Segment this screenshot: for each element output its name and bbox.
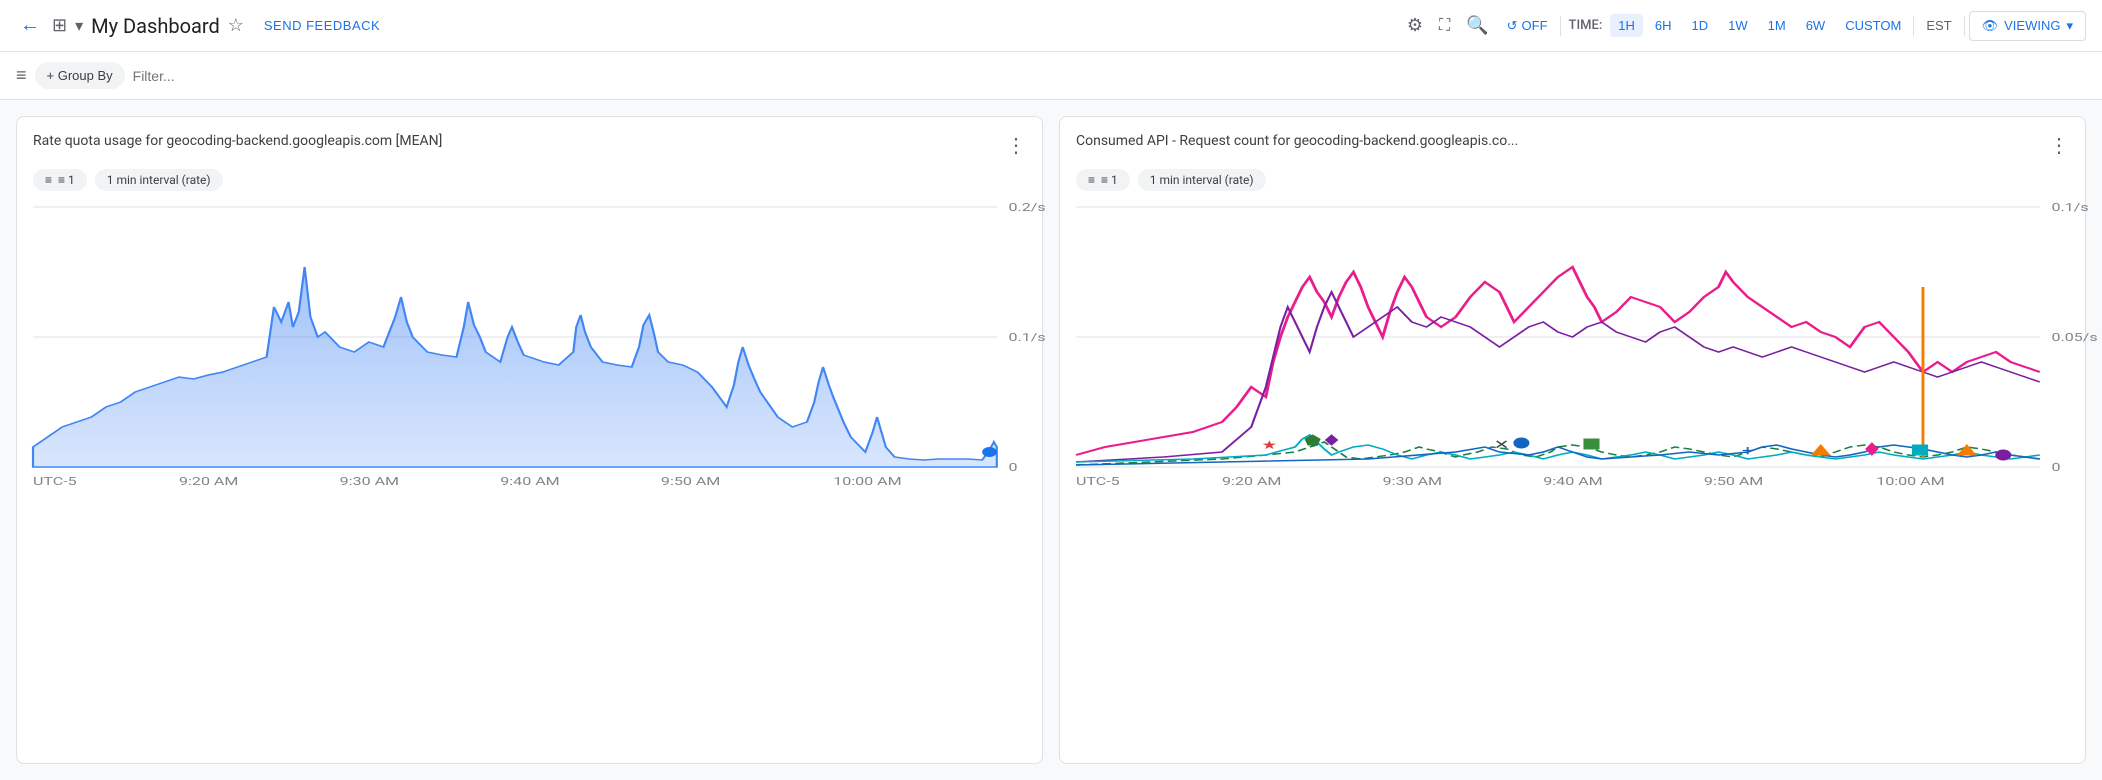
group-by-label: + Group By bbox=[47, 68, 113, 83]
svg-text:9:20 AM: 9:20 AM bbox=[179, 475, 238, 488]
svg-text:✕: ✕ bbox=[1494, 437, 1510, 452]
top-bar-left: ← ⊞ ▾ My Dashboard ☆ SEND FEEDBACK bbox=[16, 10, 1393, 41]
settings-icon: ⚙ bbox=[1407, 15, 1423, 36]
interval-label-2: 1 min interval (rate) bbox=[1150, 173, 1254, 187]
svg-text:0.05/s: 0.05/s bbox=[2051, 331, 2097, 344]
chart-badges-2: ≡ ≡ 1 1 min interval (rate) bbox=[1076, 169, 2069, 191]
settings-button[interactable]: ⚙ bbox=[1401, 9, 1429, 42]
svg-text:9:40 AM: 9:40 AM bbox=[1543, 475, 1602, 488]
chart-area-1: 0.2/s 0.1/s 0 UTC-5 9:20 AM 9:30 AM bbox=[33, 207, 1026, 487]
group-by-button[interactable]: + Group By bbox=[35, 62, 125, 89]
refresh-icon: ↺ bbox=[1507, 18, 1518, 34]
page-title: My Dashboard bbox=[91, 14, 220, 38]
svg-text:9:30 AM: 9:30 AM bbox=[340, 475, 399, 488]
time-label: TIME: bbox=[1565, 18, 1607, 33]
chart-card-2: Consumed API - Request count for geocodi… bbox=[1059, 116, 2086, 764]
time-1h-button[interactable]: 1H bbox=[1610, 14, 1643, 37]
top-nav-bar: ← ⊞ ▾ My Dashboard ☆ SEND FEEDBACK ⚙ ⛶ 🔍… bbox=[0, 0, 2102, 52]
time-custom-button[interactable]: CUSTOM bbox=[1837, 14, 1909, 37]
search-button[interactable]: 🔍 bbox=[1460, 9, 1494, 42]
search-icon: 🔍 bbox=[1466, 15, 1488, 36]
time-1w-button[interactable]: 1W bbox=[1720, 14, 1756, 37]
chart-title-1: Rate quota usage for geocoding-backend.g… bbox=[33, 133, 1006, 149]
svg-text:9:20 AM: 9:20 AM bbox=[1222, 475, 1281, 488]
more-menu-icon-2[interactable]: ⋮ bbox=[2049, 133, 2069, 157]
filter-icon-2: ≡ bbox=[1088, 173, 1095, 187]
viewing-label: VIEWING bbox=[2004, 18, 2060, 33]
chart-title-2: Consumed API - Request count for geocodi… bbox=[1076, 133, 2049, 149]
send-feedback-button[interactable]: SEND FEEDBACK bbox=[252, 12, 392, 39]
divider bbox=[1560, 16, 1561, 36]
svg-text:+: + bbox=[1742, 443, 1754, 459]
svg-text:10:00 AM: 10:00 AM bbox=[1876, 475, 1944, 488]
main-content: Rate quota usage for geocoding-backend.g… bbox=[0, 100, 2102, 780]
divider2 bbox=[1913, 16, 1914, 36]
svg-text:9:30 AM: 9:30 AM bbox=[1383, 475, 1442, 488]
time-6w-button[interactable]: 6W bbox=[1798, 14, 1834, 37]
filter-badge-2[interactable]: ≡ ≡ 1 bbox=[1076, 169, 1130, 191]
chart-svg-2: 0.1/s 0.05/s 0 ★ bbox=[1076, 207, 2069, 467]
more-menu-icon-1[interactable]: ⋮ bbox=[1006, 133, 1026, 157]
chart-header-1: Rate quota usage for geocoding-backend.g… bbox=[33, 133, 1026, 157]
svg-text:UTC-5: UTC-5 bbox=[33, 475, 77, 488]
fullscreen-icon: ⛶ bbox=[1439, 17, 1450, 35]
svg-text:0.2/s: 0.2/s bbox=[1008, 201, 1045, 214]
filter-input[interactable] bbox=[133, 68, 2086, 84]
time-1m-button[interactable]: 1M bbox=[1760, 14, 1794, 37]
interval-label-1: 1 min interval (rate) bbox=[107, 173, 211, 187]
back-button[interactable]: ← bbox=[16, 10, 44, 41]
dropdown-icon: ▾ bbox=[2066, 18, 2073, 34]
filter-badge-1[interactable]: ≡ ≡ 1 bbox=[33, 169, 87, 191]
back-icon: ← bbox=[20, 14, 40, 37]
svg-text:9:40 AM: 9:40 AM bbox=[500, 475, 559, 488]
chart-area-2: 0.1/s 0.05/s 0 ★ bbox=[1076, 207, 2069, 487]
svg-text:9:50 AM: 9:50 AM bbox=[661, 475, 720, 488]
chart-card-1: Rate quota usage for geocoding-backend.g… bbox=[16, 116, 1043, 764]
interval-badge-1[interactable]: 1 min interval (rate) bbox=[95, 169, 223, 191]
fullscreen-button[interactable]: ⛶ bbox=[1433, 11, 1456, 41]
chart-svg-1: 0.2/s 0.1/s 0 UTC-5 9:20 AM 9:30 AM bbox=[33, 207, 1026, 467]
svg-text:0.1/s: 0.1/s bbox=[2051, 201, 2088, 214]
svg-text:0: 0 bbox=[1008, 461, 1017, 474]
svg-text:★: ★ bbox=[1261, 438, 1277, 452]
filter-icon-1: ≡ bbox=[45, 173, 52, 187]
svg-text:10:00 AM: 10:00 AM bbox=[833, 475, 901, 488]
timezone-button[interactable]: EST bbox=[1918, 14, 1959, 37]
top-bar-center: ⚙ ⛶ 🔍 ↺ OFF TIME: 1H 6H 1D 1W 1M 6W CUST… bbox=[1401, 9, 2086, 42]
svg-text:9:50 AM: 9:50 AM bbox=[1704, 475, 1763, 488]
svg-text:UTC-5: UTC-5 bbox=[1076, 475, 1120, 488]
interval-badge-2[interactable]: 1 min interval (rate) bbox=[1138, 169, 1266, 191]
hamburger-icon[interactable]: ≡ bbox=[16, 65, 27, 86]
time-1d-button[interactable]: 1D bbox=[1684, 14, 1717, 37]
viewing-button[interactable]: 👁 VIEWING ▾ bbox=[1969, 11, 2086, 41]
svg-text:0: 0 bbox=[2051, 461, 2060, 474]
grid-icon[interactable]: ⊞ bbox=[52, 15, 67, 36]
dropdown-arrow-icon[interactable]: ▾ bbox=[75, 16, 83, 35]
star-icon[interactable]: ☆ bbox=[228, 15, 244, 36]
eye-icon: 👁 bbox=[1982, 18, 1999, 34]
refresh-button[interactable]: ↺ OFF bbox=[1499, 14, 1556, 38]
chart-header-2: Consumed API - Request count for geocodi… bbox=[1076, 133, 2069, 157]
svg-text:0.1/s: 0.1/s bbox=[1008, 331, 1045, 344]
filter-bar: ≡ + Group By bbox=[0, 52, 2102, 100]
divider3 bbox=[1964, 16, 1965, 36]
chart-badges-1: ≡ ≡ 1 1 min interval (rate) bbox=[33, 169, 1026, 191]
time-6h-button[interactable]: 6H bbox=[1647, 14, 1680, 37]
refresh-label: OFF bbox=[1522, 18, 1548, 33]
